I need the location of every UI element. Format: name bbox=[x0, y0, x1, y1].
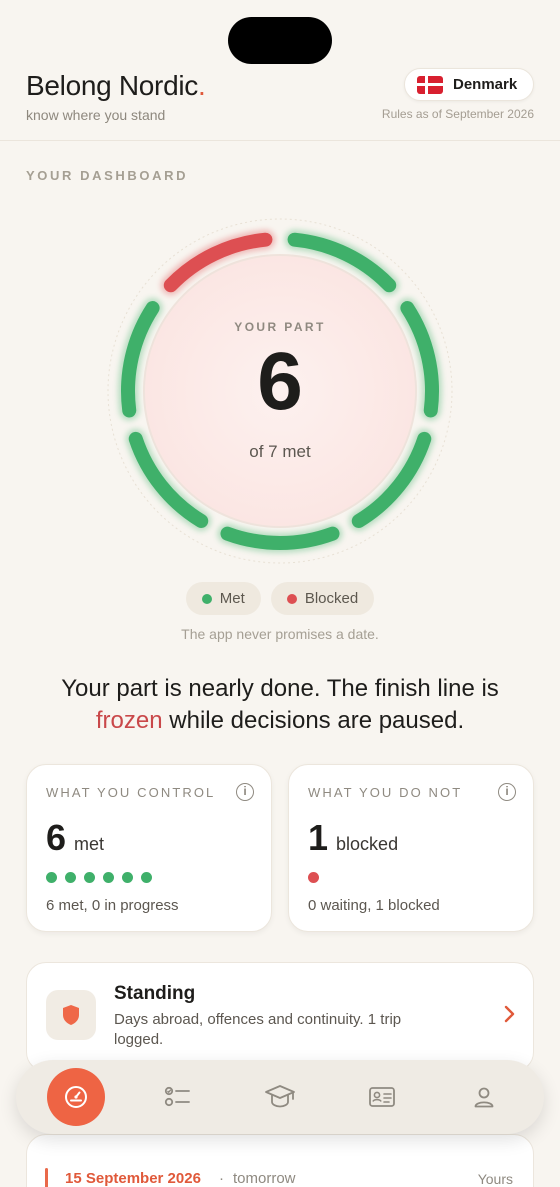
met-dot-icon bbox=[201, 593, 212, 604]
control-count: 6 bbox=[46, 817, 67, 858]
ring-subtitle: of 7 met bbox=[249, 442, 311, 461]
ring-legend: Met Blocked bbox=[0, 582, 560, 615]
control-card-title: WHAT YOU CONTROL bbox=[46, 785, 216, 800]
control-unit: met bbox=[74, 834, 105, 854]
country-selector[interactable]: Denmark bbox=[404, 68, 534, 101]
not-control-summary: 0 waiting, 1 blocked bbox=[308, 897, 440, 914]
legend-met-label: Met bbox=[219, 590, 245, 607]
frozen-word: frozen bbox=[95, 707, 163, 734]
blocked-unit: blocked bbox=[336, 834, 399, 854]
met-dot-icon bbox=[84, 872, 95, 883]
app-header: Belong Nordic. know where you stand Denm… bbox=[0, 0, 560, 141]
rules-date: Rules as of September 2026 bbox=[381, 107, 534, 121]
id-card-icon bbox=[369, 1087, 395, 1107]
met-dot-icon bbox=[122, 872, 133, 883]
not-control-card-title: WHAT YOU DO NOT bbox=[308, 785, 463, 800]
legend-blocked-label: Blocked bbox=[304, 590, 359, 607]
tab-dashboard[interactable] bbox=[46, 1060, 106, 1134]
control-summary: 6 met, 0 in progress bbox=[46, 897, 179, 914]
info-icon[interactable]: i bbox=[498, 783, 516, 801]
met-dot-icon bbox=[46, 872, 57, 883]
status-headline: Your part is nearly done. The finish lin… bbox=[61, 675, 499, 734]
dashboard-icon bbox=[65, 1086, 87, 1108]
met-dots bbox=[46, 872, 152, 883]
standing-title: Standing bbox=[114, 983, 196, 1004]
event-separator: · bbox=[219, 1170, 224, 1187]
ring-value: 6 bbox=[257, 336, 303, 427]
denmark-flag-icon bbox=[417, 75, 443, 94]
standing-row[interactable]: Standing Days abroad, offences and conti… bbox=[26, 962, 534, 1072]
section-label: YOUR DASHBOARD bbox=[26, 168, 189, 183]
shield-icon bbox=[63, 1005, 79, 1025]
legend-blocked: Blocked bbox=[270, 582, 375, 615]
legend-met: Met bbox=[185, 582, 261, 615]
tab-learn[interactable] bbox=[250, 1060, 310, 1134]
event-relative-time: tomorrow bbox=[233, 1170, 296, 1187]
met-dot-icon bbox=[141, 872, 152, 883]
ring-label: YOUR PART bbox=[234, 320, 326, 334]
blocked-dot-icon bbox=[286, 593, 297, 604]
control-card[interactable]: WHAT YOU CONTROL i 6 met 6 met, 0 in pro… bbox=[26, 764, 272, 932]
profile-icon bbox=[474, 1087, 494, 1108]
shield-icon-box bbox=[46, 990, 96, 1040]
tagline: know where you stand bbox=[26, 107, 166, 123]
not-control-card[interactable]: WHAT YOU DO NOT i 1 blocked 0 waiting, 1… bbox=[288, 764, 534, 932]
blocked-dot-icon bbox=[308, 872, 319, 883]
tab-profile[interactable] bbox=[454, 1060, 514, 1134]
event-owner: Yours bbox=[477, 1171, 513, 1187]
standing-description: Days abroad, offences and continuity. 1 … bbox=[114, 1011, 402, 1048]
event-accent-bar bbox=[45, 1168, 48, 1187]
tab-documents[interactable] bbox=[352, 1060, 412, 1134]
tab-checklist[interactable] bbox=[148, 1060, 208, 1134]
chevron-right-icon bbox=[504, 1005, 515, 1023]
info-icon[interactable]: i bbox=[236, 783, 254, 801]
blocked-count: 1 bbox=[308, 817, 329, 858]
progress-ring: YOUR PART 6 of 7 met bbox=[100, 211, 460, 571]
upcoming-event-card[interactable]: 15 September 2026 · tomorrow Yours bbox=[26, 1134, 534, 1187]
checklist-icon bbox=[164, 1086, 190, 1107]
country-name: Denmark bbox=[453, 76, 518, 93]
graduation-cap-icon bbox=[265, 1085, 295, 1108]
met-dot-icon bbox=[65, 872, 76, 883]
event-date: 15 September 2026 bbox=[65, 1170, 201, 1187]
blocked-dots bbox=[308, 872, 319, 883]
disclaimer-note: The app never promises a date. bbox=[181, 626, 379, 642]
brand-title: Belong Nordic. bbox=[26, 70, 206, 101]
tab-bar bbox=[16, 1060, 544, 1134]
met-dot-icon bbox=[103, 872, 114, 883]
